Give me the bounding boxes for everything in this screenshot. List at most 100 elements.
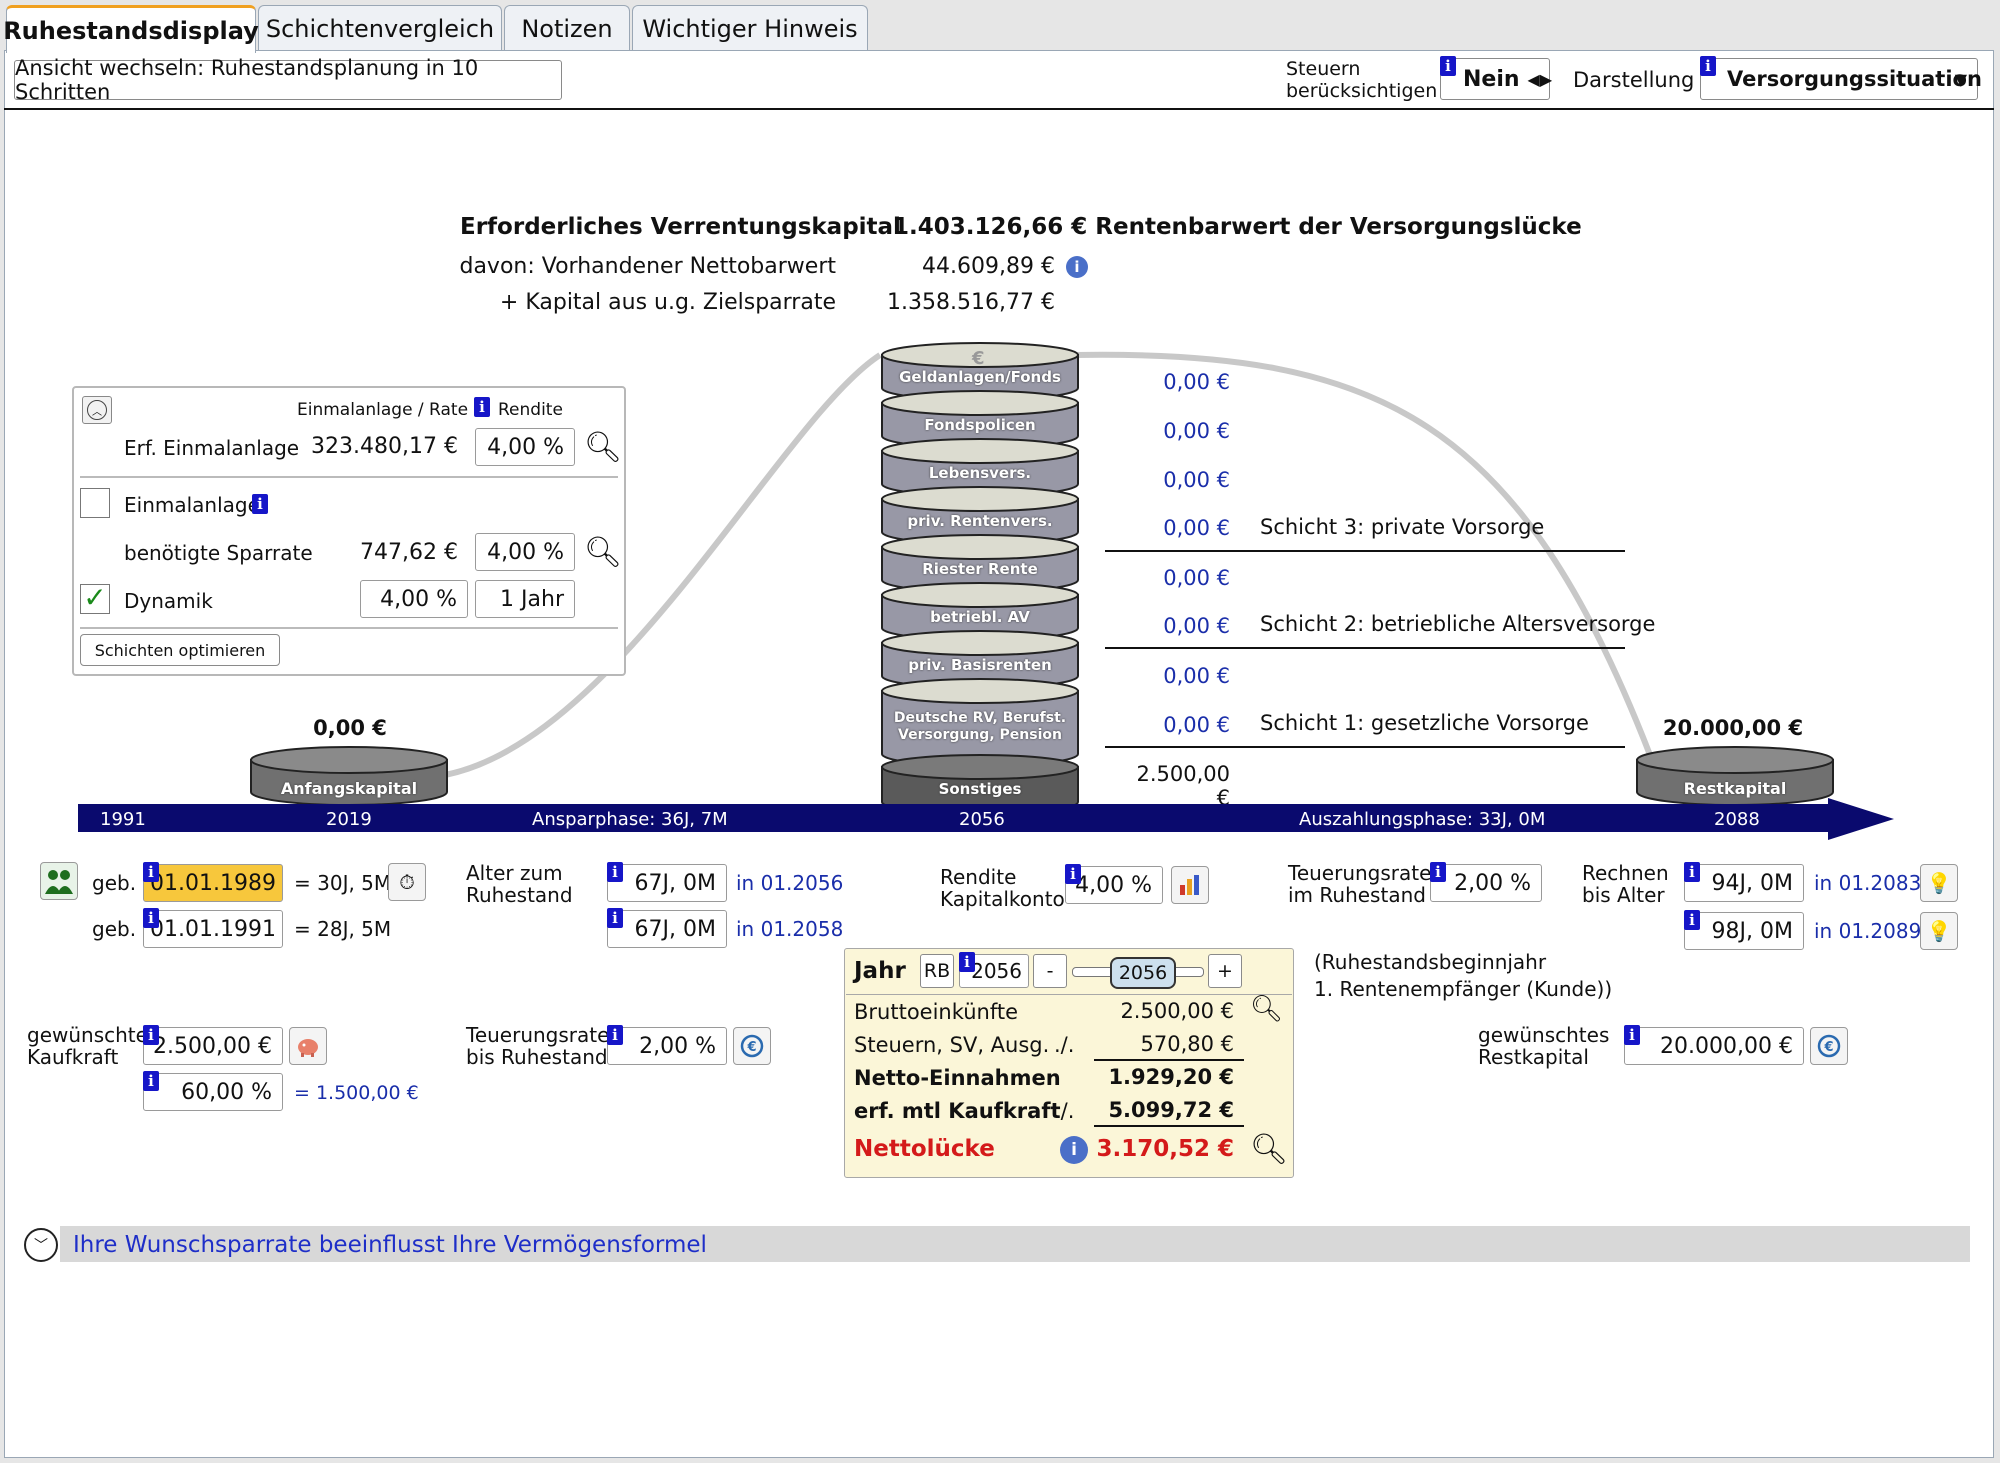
start-capital-coin: Anfangskapital (249, 746, 449, 806)
layer-value-riester: 0,00 € (1163, 566, 1230, 590)
rechnen-alter-2-input[interactable]: 98J, 0M (1684, 912, 1804, 950)
layer-label: Sonstiges (938, 780, 1022, 798)
info-icon[interactable]: i (1065, 864, 1081, 884)
layer-label: betriebl. AV (930, 608, 1030, 626)
euro-cycle-icon[interactable]: € (1810, 1027, 1848, 1065)
chevron-down-icon[interactable]: ﹀ (24, 1228, 58, 1262)
collapse-button[interactable]: ︿ (82, 396, 112, 424)
magnifier-icon[interactable]: 🔍︎ (1250, 994, 1283, 1024)
rb-button[interactable]: RB (920, 954, 954, 988)
einmalanlage-checkbox[interactable] (80, 488, 110, 518)
spar-rate-input[interactable]: 4,00 % (475, 533, 575, 571)
brutto-value: 2.500,00 € (1120, 999, 1234, 1023)
info-icon[interactable]: i (474, 397, 490, 417)
teuerung-ruhestand-input[interactable]: 2,00 % (1430, 864, 1542, 902)
start-capital-value: 0,00 € (313, 716, 387, 740)
info-icon[interactable]: i (143, 908, 159, 928)
checkmark-icon: ✓ (83, 581, 107, 614)
bar-chart-icon[interactable] (1171, 866, 1209, 904)
layer-divider (1105, 746, 1625, 748)
layer-group-2: Schicht 2: betriebliche Altersversorge (1260, 612, 1656, 636)
year-decrement-button[interactable]: - (1033, 954, 1067, 988)
lightbulb-icon[interactable]: 💡 (1920, 864, 1958, 902)
retirement-date-2: in 01.2058 (736, 917, 844, 941)
teuerung-ruhestand-label: Teuerungsrate im Ruhestand (1288, 861, 1432, 907)
svg-text:€: € (1823, 1040, 1833, 1055)
layer-divider (1105, 647, 1625, 649)
dynamik-checkbox[interactable]: ✓ (80, 584, 110, 614)
rechnen-date-2: in 01.2089 (1814, 919, 1922, 943)
info-icon[interactable]: i (959, 952, 975, 972)
layer-label: Deutsche RV, Berufst. Versorgung, Pensio… (893, 710, 1067, 743)
layer-value-priv-rentenvers: 0,00 € (1163, 516, 1230, 540)
steuern-value: 570,80 € (1140, 1032, 1234, 1056)
rendite-kapitalkonto-label: Rendite Kapitalkonto (940, 865, 1065, 911)
euro-cycle-icon[interactable]: € (733, 1027, 771, 1065)
layer-label: priv. Basisrenten (908, 656, 1052, 674)
birthdate-2-input[interactable]: 01.01.1991 (143, 910, 283, 948)
tab-ruhestandsdisplay[interactable]: Ruhestandsdisplay (3, 5, 259, 53)
magnifier-icon[interactable]: 🔍︎ (584, 535, 622, 570)
info-icon[interactable]: i (607, 1025, 623, 1045)
magnifier-icon[interactable]: 🔍︎ (1250, 1132, 1288, 1167)
persons-icon[interactable] (40, 862, 78, 900)
layer-value-geldanlagen: 0,00 € (1163, 370, 1230, 394)
sum-line (1094, 1059, 1244, 1061)
expander-label[interactable]: Ihre Wunschsparrate beeinflusst Ihre Ver… (73, 1232, 707, 1258)
rechnen-date-1: in 01.2083 (1814, 871, 1922, 895)
teuerung-bis-ruhestand-input[interactable]: 2,00 % (607, 1027, 727, 1065)
nettoluecke-value: 3.170,52 € (1096, 1136, 1234, 1162)
info-icon[interactable]: i (1684, 910, 1700, 930)
restkapital-input[interactable]: 20.000,00 € (1624, 1027, 1804, 1065)
tab-label: Ruhestandsdisplay (3, 16, 259, 45)
layer-label: Lebensvers. (928, 464, 1032, 482)
layer-label: priv. Rentenvers. (907, 512, 1053, 530)
year-slider-thumb[interactable]: 2056 (1110, 957, 1176, 989)
info-icon[interactable]: i (607, 862, 623, 882)
layer-label: Riester Rente (922, 560, 1038, 578)
info-icon[interactable]: i (1430, 862, 1446, 882)
rb-note: (Ruhestandsbeginnjahr 1. Rentenempfänger … (1314, 950, 1613, 1001)
info-icon[interactable]: i (1684, 862, 1700, 882)
geb-label: geb. (92, 917, 137, 941)
erf-rate-input[interactable]: 4,00 % (475, 428, 575, 466)
couple-icon (45, 870, 73, 894)
schichten-optimieren-button[interactable]: Schichten optimieren (80, 634, 280, 666)
piggy-bank-icon[interactable] (289, 1027, 327, 1065)
info-icon[interactable]: i (143, 1071, 159, 1091)
info-icon[interactable]: i (143, 1025, 159, 1045)
layer-group-3: Schicht 3: private Vorsorge (1260, 515, 1545, 539)
kaufkraft-result: = 1.500,00 € (294, 1082, 419, 1104)
age-1-value: = 30J, 5M (294, 871, 392, 895)
kaufkraft-percent-input[interactable]: 60,00 % (143, 1073, 283, 1111)
retirement-age-1-input[interactable]: 67J, 0M (607, 864, 727, 902)
layer-value-deutsche-rv: 0,00 € (1163, 713, 1230, 737)
kaufkraft-label: gewünschte Kaufkraft (27, 1023, 148, 1069)
steuern-label: Steuern, SV, Ausg. (854, 1033, 1050, 1057)
layer-divider (1105, 550, 1625, 552)
retirement-age-2-input[interactable]: 67J, 0M (607, 910, 727, 948)
magnifier-icon[interactable]: 🔍︎ (584, 430, 622, 465)
dynamik-rate-input[interactable]: 4,00 % (360, 580, 468, 618)
info-icon[interactable]: i (143, 862, 159, 882)
timeline-phase-payout: Auszahlungsphase: 33J, 0M (1299, 809, 1546, 830)
dynamik-period-input[interactable]: 1 Jahr (475, 580, 575, 618)
stopwatch-icon[interactable]: ⏱ (388, 863, 426, 901)
year-increment-button[interactable]: + (1208, 954, 1242, 988)
kaufkraft-row-label: erf. mtl Kaufkraft (854, 1099, 1061, 1123)
info-circle-icon[interactable]: i (1060, 1136, 1088, 1164)
rest-capital-value: 20.000,00 € (1662, 716, 1804, 740)
nettoluecke-label: Nettolücke (854, 1136, 995, 1162)
euro-icon: € (972, 348, 985, 369)
rechnen-alter-1-input[interactable]: 94J, 0M (1684, 864, 1804, 902)
info-icon[interactable]: i (607, 908, 623, 928)
sparrate-label: benötigte Sparrate (124, 541, 313, 565)
kaufkraft-input[interactable]: 2.500,00 € (143, 1027, 283, 1065)
timeline-year-end: 2088 (1714, 809, 1760, 830)
info-icon[interactable]: i (1624, 1025, 1640, 1045)
rechnen-bis-alter-label: Rechnen bis Alter (1582, 861, 1669, 907)
lightbulb-icon[interactable]: 💡 (1920, 912, 1958, 950)
birthdate-1-input[interactable]: 01.01.1989 (143, 864, 283, 902)
info-icon[interactable]: i (252, 494, 268, 514)
chevron-up-icon: ︿ (87, 400, 107, 420)
